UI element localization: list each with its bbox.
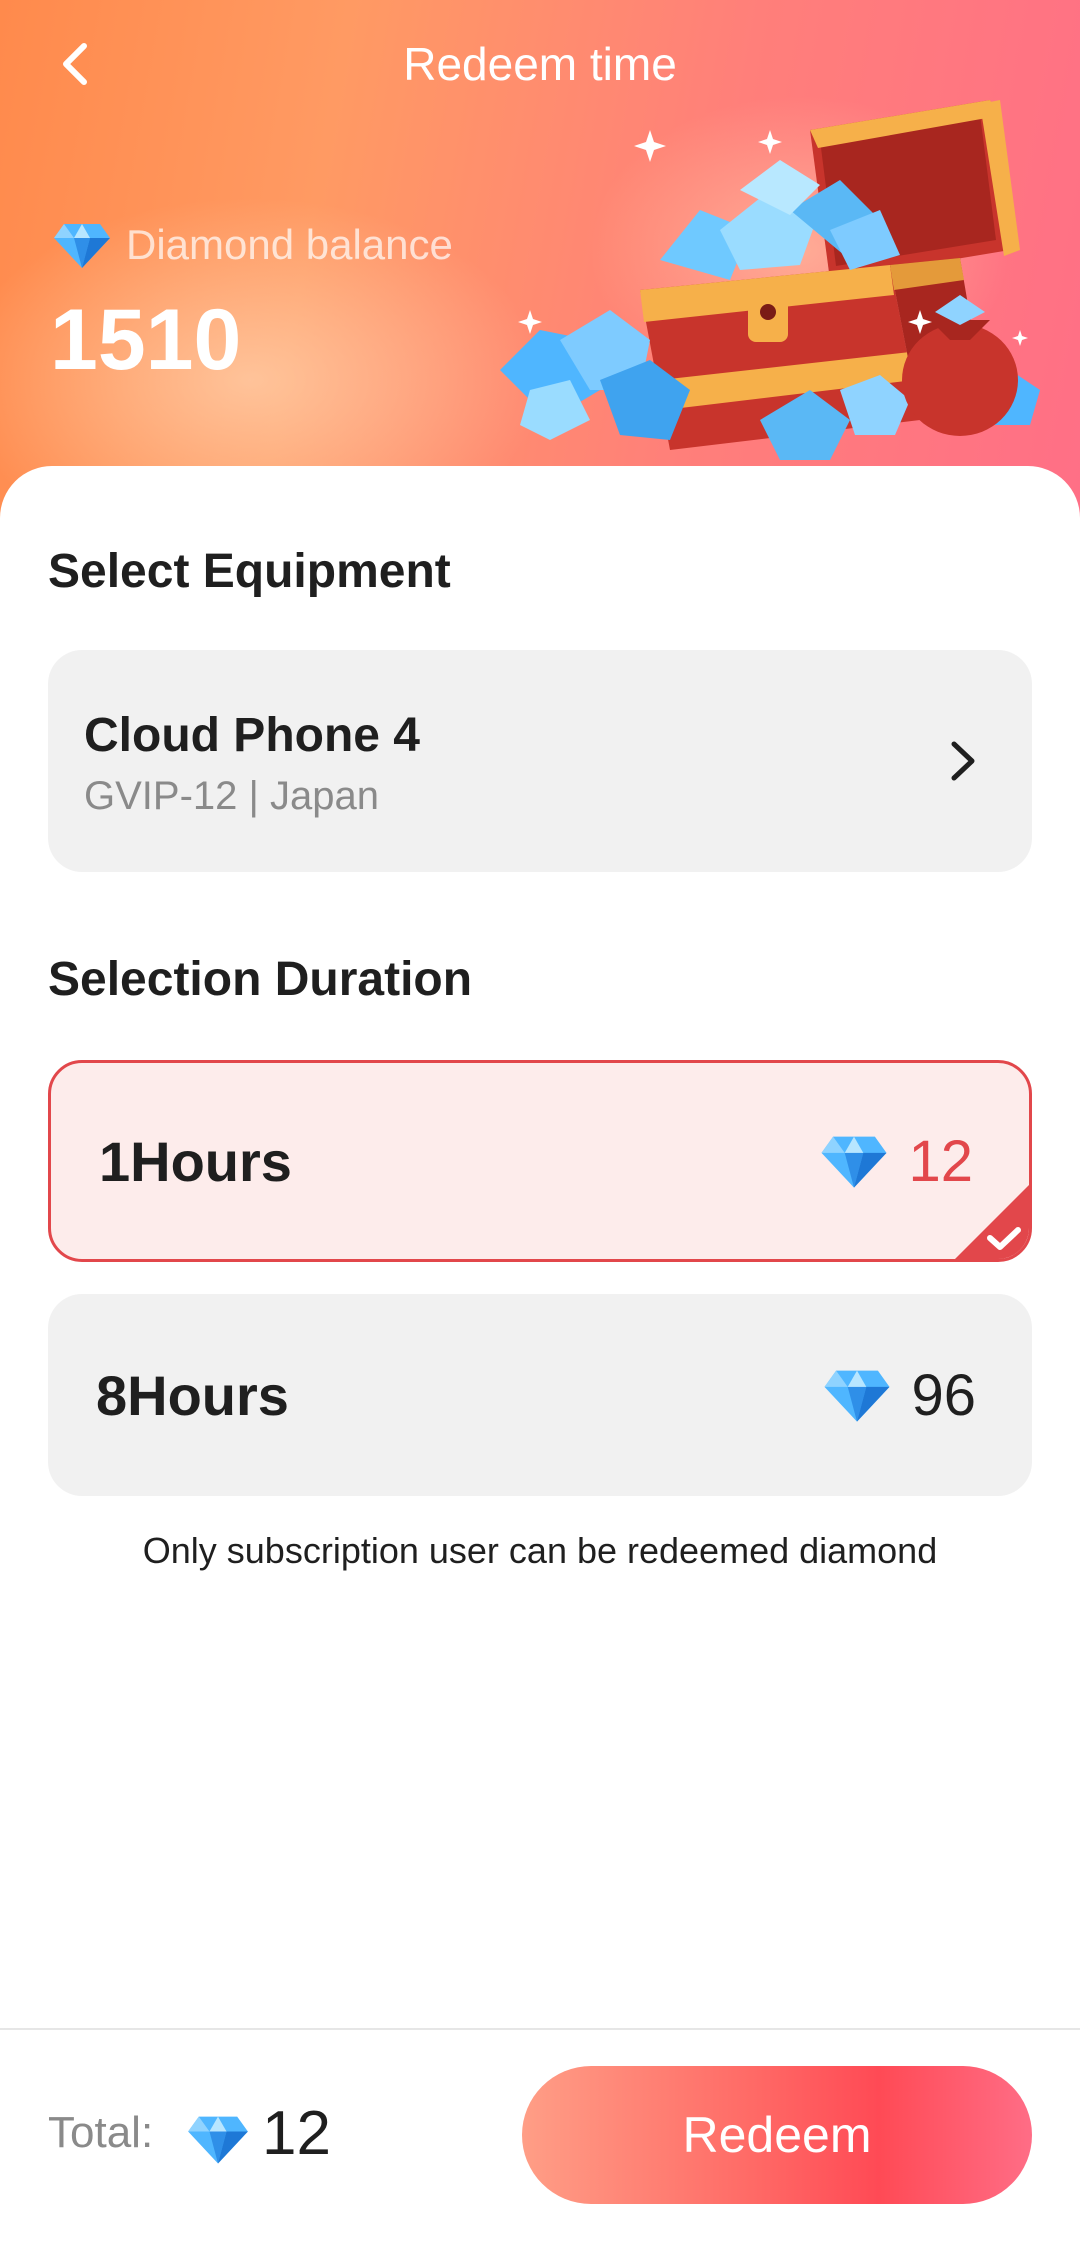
diamond-icon <box>822 1136 887 1188</box>
diamond-icon <box>188 2116 248 2164</box>
duration-option-price-value: 96 <box>911 1362 976 1428</box>
chevron-right-icon <box>951 741 975 781</box>
duration-option-8h[interactable]: 8Hours 96 <box>48 1294 1032 1496</box>
redeem-button[interactable]: Redeem <box>522 2066 1032 2204</box>
header-banner: Redeem time Diamond balance 1510 <box>0 0 1080 520</box>
duration-option-price: 96 <box>821 1294 976 1496</box>
device-detail: GVIP-12 | Japan <box>84 774 379 818</box>
duration-option-label: 8Hours <box>96 1363 289 1427</box>
footer-bar: Total: 12 Redeem <box>0 2028 1080 2250</box>
device-selector[interactable]: Cloud Phone 4 GVIP-12 | Japan <box>48 650 1032 872</box>
page-title: Redeem time <box>403 38 677 90</box>
select-equipment-title: Select Equipment <box>48 545 451 598</box>
check-icon <box>955 1185 1029 1259</box>
total-value: 12 <box>262 2099 331 2168</box>
balance-label: Diamond balance <box>126 221 453 268</box>
duration-option-label: 1Hours <box>99 1129 292 1193</box>
diamond-icon <box>54 224 110 268</box>
device-name: Cloud Phone 4 <box>84 709 420 762</box>
duration-option-1h[interactable]: 1Hours 12 <box>48 1060 1032 1262</box>
total-label: Total: <box>48 2108 154 2157</box>
subscription-note: Only subscription user can be redeemed d… <box>142 1530 938 1571</box>
treasure-chest-illustration <box>500 100 1040 460</box>
diamond-icon <box>825 1370 890 1422</box>
balance-label-row: Diamond balance <box>52 220 453 270</box>
balance-value: 1510 <box>50 292 242 388</box>
selection-duration-title: Selection Duration <box>48 953 473 1006</box>
duration-option-price: 12 <box>818 1063 973 1259</box>
